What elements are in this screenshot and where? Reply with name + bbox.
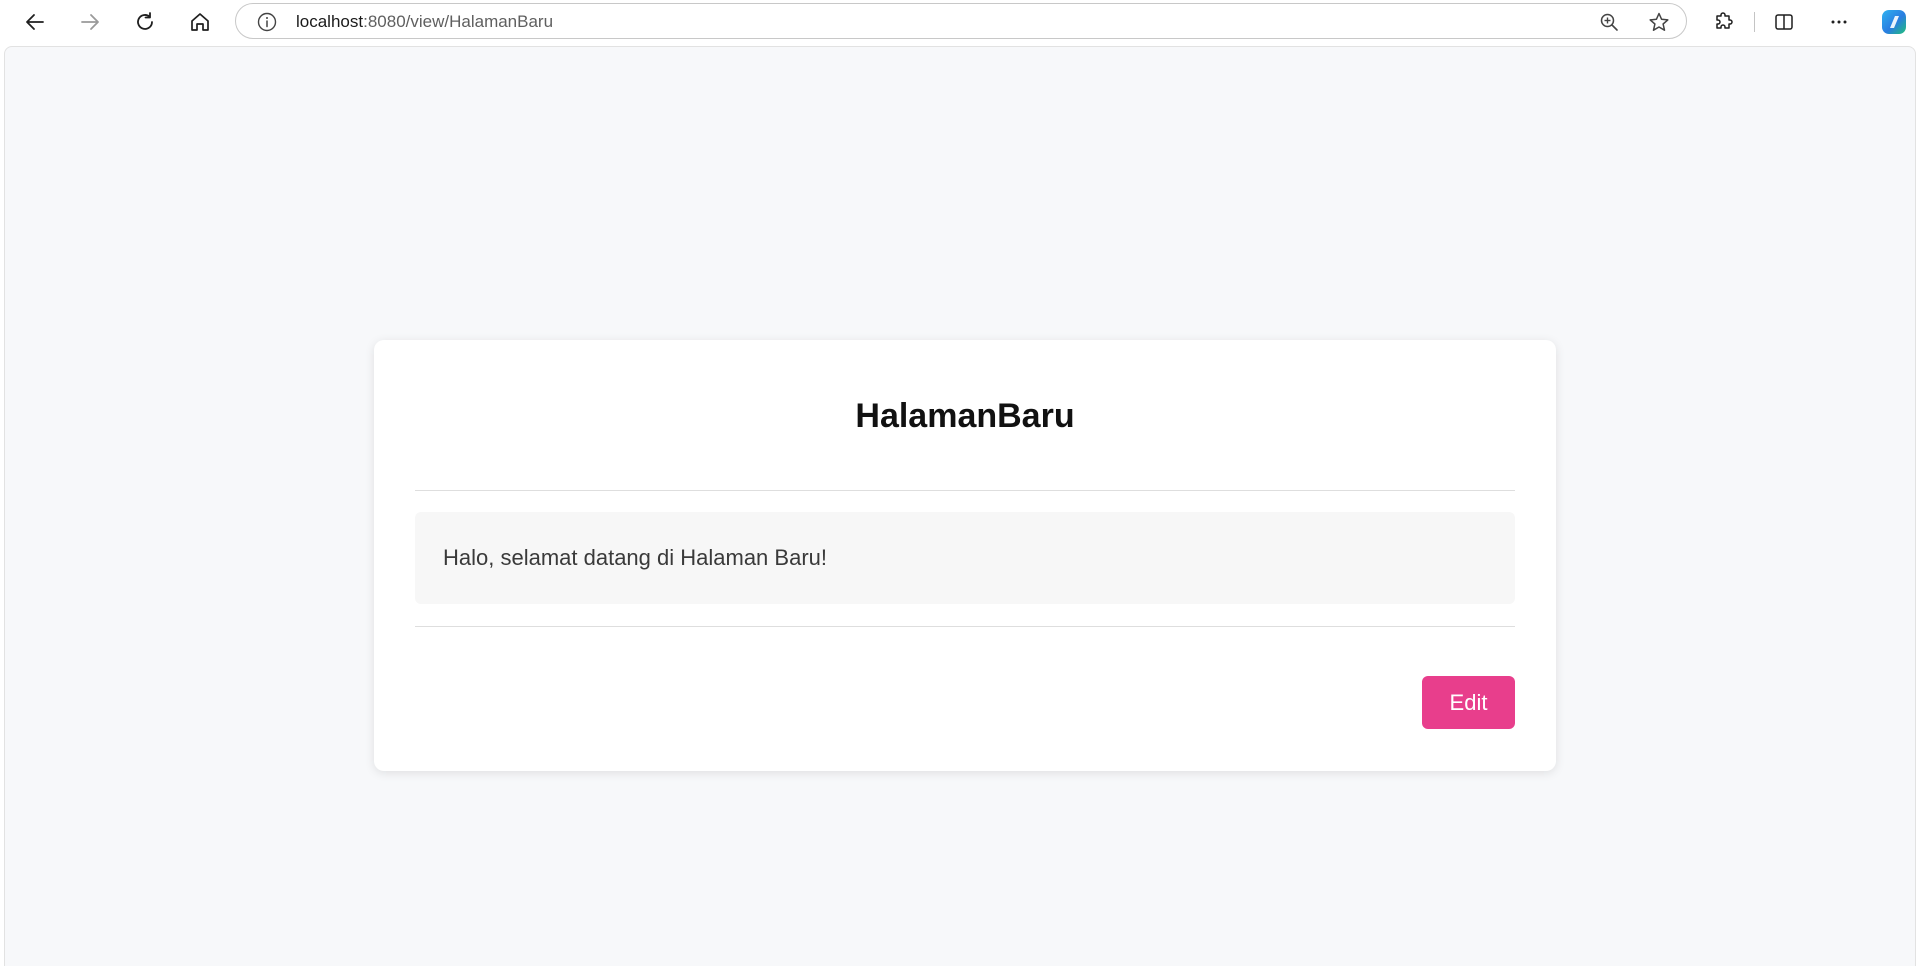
copilot-button[interactable] <box>1876 6 1912 38</box>
page-viewport: HalamanBaru Halo, selamat datang di Hala… <box>4 46 1916 966</box>
url-path: :8080/view/HalamanBaru <box>363 12 554 31</box>
more-icon <box>1831 20 1847 24</box>
info-icon[interactable] <box>256 11 278 33</box>
refresh-icon <box>137 12 153 30</box>
back-button[interactable] <box>17 6 53 38</box>
url-text[interactable]: localhost:8080/view/HalamanBaru <box>296 12 553 32</box>
extensions-button[interactable] <box>1706 6 1742 38</box>
forward-icon <box>81 14 99 30</box>
split-screen-button[interactable] <box>1766 6 1802 38</box>
page-card: HalamanBaru Halo, selamat datang di Hala… <box>374 340 1556 771</box>
split-screen-icon <box>1775 14 1793 30</box>
title-divider <box>415 490 1515 491</box>
edit-button[interactable]: Edit <box>1422 676 1515 729</box>
address-bar[interactable]: localhost:8080/view/HalamanBaru <box>235 3 1687 39</box>
home-button[interactable] <box>182 6 218 38</box>
copilot-icon <box>1882 10 1906 34</box>
back-icon <box>26 14 44 30</box>
page-content-text: Halo, selamat datang di Halaman Baru! <box>443 545 827 570</box>
page-title: HalamanBaru <box>855 397 1075 435</box>
home-icon <box>191 13 209 31</box>
content-divider <box>415 626 1515 627</box>
content-box: Halo, selamat datang di Halaman Baru! <box>415 512 1515 604</box>
extensions-icon <box>1716 12 1733 29</box>
forward-button[interactable] <box>72 6 108 38</box>
toolbar-divider <box>1754 12 1755 32</box>
favorite-button[interactable] <box>1646 10 1672 34</box>
more-button[interactable] <box>1821 6 1857 38</box>
zoom-icon <box>1600 13 1618 31</box>
browser-toolbar: localhost:8080/view/HalamanBaru <box>0 0 1919 44</box>
favorite-star-icon <box>1649 12 1669 31</box>
refresh-button[interactable] <box>127 6 163 38</box>
zoom-button[interactable] <box>1596 10 1622 34</box>
url-host: localhost <box>296 12 364 31</box>
